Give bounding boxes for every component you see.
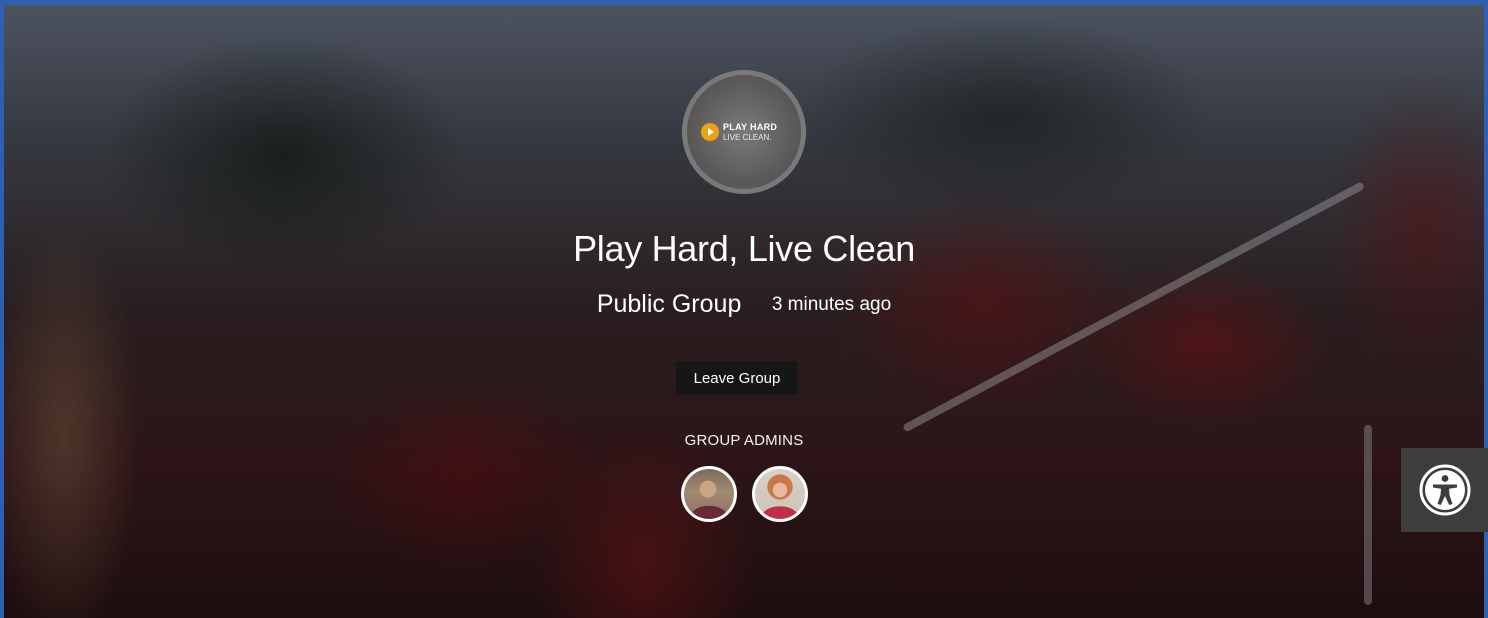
- group-meta: Public Group 3 minutes ago: [0, 290, 1488, 319]
- group-type: Public Group: [596, 290, 742, 318]
- leave-group-button[interactable]: Leave Group: [676, 361, 798, 395]
- group-title: Play Hard, Live Clean: [573, 228, 915, 269]
- group-admins-heading: GROUP ADMINS: [684, 432, 804, 449]
- logo-text-secondary: LIVE CLEAN.: [723, 133, 772, 142]
- play-icon: [701, 123, 719, 141]
- accessibility-icon: [1419, 464, 1471, 516]
- admin-avatar[interactable]: [681, 466, 737, 522]
- admin-avatar[interactable]: [752, 466, 808, 522]
- accessibility-button[interactable]: [1401, 448, 1488, 532]
- group-last-active: 3 minutes ago: [771, 293, 892, 315]
- group-avatar[interactable]: PLAY HARD LIVE CLEAN.: [682, 70, 806, 194]
- logo-text-primary: PLAY HARD: [723, 122, 778, 132]
